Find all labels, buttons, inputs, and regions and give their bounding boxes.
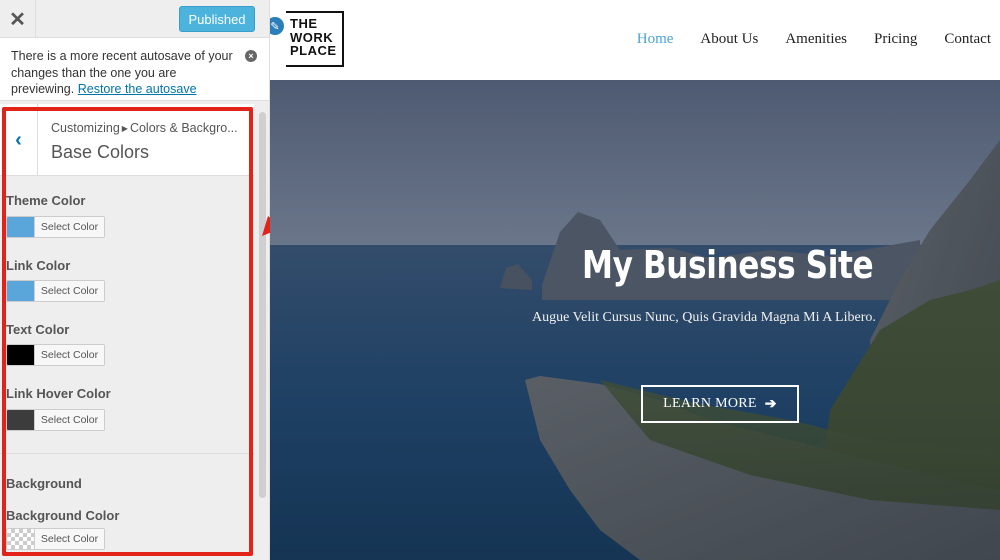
main-nav: Home About Us Amenities Pricing Contact (610, 31, 991, 48)
hero-subtitle: Augue Velit Cursus Nunc, Quis Gravida Ma… (532, 310, 876, 325)
link-hover-color-select-button[interactable]: Select Color (35, 410, 104, 430)
link-hover-color-label: Link Hover Color (6, 386, 111, 401)
section-divider (0, 453, 254, 454)
breadcrumb-section: Colors & Backgro... (129, 121, 238, 135)
nav-home[interactable]: Home (637, 31, 674, 48)
link-color-select-button[interactable]: Select Color (35, 281, 104, 301)
breadcrumb: Customizing ▶ Colors & Backgro... (51, 121, 251, 135)
panel-header: ‹ Customizing ▶ Colors & Backgro... Base C… (0, 104, 254, 176)
logo-line-1: THE (290, 16, 318, 31)
text-color-select-button[interactable]: Select Color (35, 345, 104, 365)
hero-section: My Business Site Augue Velit Cursus Nunc… (270, 80, 1000, 560)
link-color-label: Link Color (6, 258, 71, 273)
text-color-label: Text Color (6, 322, 70, 337)
link-color-swatch[interactable] (7, 281, 35, 301)
site-header: THE WORK PLACE ✎ Home About Us Amenities… (270, 0, 1000, 80)
learn-more-label: LEARN MORE (663, 396, 757, 411)
link-color-picker[interactable]: Select Color (6, 280, 105, 302)
restore-autosave-link[interactable]: Restore the autosave (78, 82, 197, 96)
sidebar-scrollbar[interactable] (259, 112, 266, 498)
logo-line-2: WORK (290, 29, 334, 45)
learn-more-button[interactable]: LEARN MORE ➔ (641, 385, 799, 423)
theme-color-swatch[interactable] (7, 217, 35, 237)
hero-title: My Business Site (582, 243, 874, 287)
nav-amenities[interactable]: Amenities (785, 31, 847, 48)
dismiss-notice-icon[interactable]: × (245, 50, 257, 62)
base-colors-panel: ‹ Customizing ▶ Colors & Backgro... Base C… (0, 104, 254, 560)
autosave-notice: There is a more recent autosave of your … (0, 38, 269, 101)
theme-color-select-button[interactable]: Select Color (35, 217, 104, 237)
text-color-swatch[interactable] (7, 345, 35, 365)
customizer-sidebar: ✕ Published There is a more recent autos… (0, 0, 270, 560)
background-color-select-button[interactable]: Select Color (35, 529, 104, 549)
site-preview: THE WORK PLACE ✎ Home About Us Amenities… (270, 0, 1000, 560)
nav-pricing[interactable]: Pricing (874, 31, 917, 48)
nav-about-us[interactable]: About Us (700, 31, 758, 48)
edit-pencil-icon[interactable]: ✎ (270, 17, 284, 35)
background-section-title: Background (6, 476, 82, 491)
site-logo[interactable]: THE WORK PLACE (286, 11, 344, 67)
logo-line-3: PLACE (290, 43, 337, 58)
close-icon[interactable]: ✕ (0, 0, 36, 38)
arrow-right-icon: ➔ (764, 396, 777, 412)
publish-button[interactable]: Published (179, 6, 255, 32)
customizer-header: ✕ Published (0, 0, 269, 38)
background-color-label: Background Color (6, 508, 120, 523)
background-color-picker[interactable]: Select Color (6, 528, 105, 550)
nav-contact[interactable]: Contact (944, 31, 991, 48)
back-chevron-icon[interactable]: ‹ (0, 104, 38, 176)
theme-color-picker[interactable]: Select Color (6, 216, 105, 238)
panel-title: Base Colors (51, 142, 150, 162)
breadcrumb-root: Customizing (51, 121, 120, 135)
theme-color-label: Theme Color (6, 193, 86, 208)
link-hover-color-swatch[interactable] (7, 410, 35, 430)
background-color-swatch[interactable] (7, 529, 35, 549)
text-color-picker[interactable]: Select Color (6, 344, 105, 366)
breadcrumb-caret-icon: ▶ (121, 124, 128, 133)
link-hover-color-picker[interactable]: Select Color (6, 409, 105, 431)
